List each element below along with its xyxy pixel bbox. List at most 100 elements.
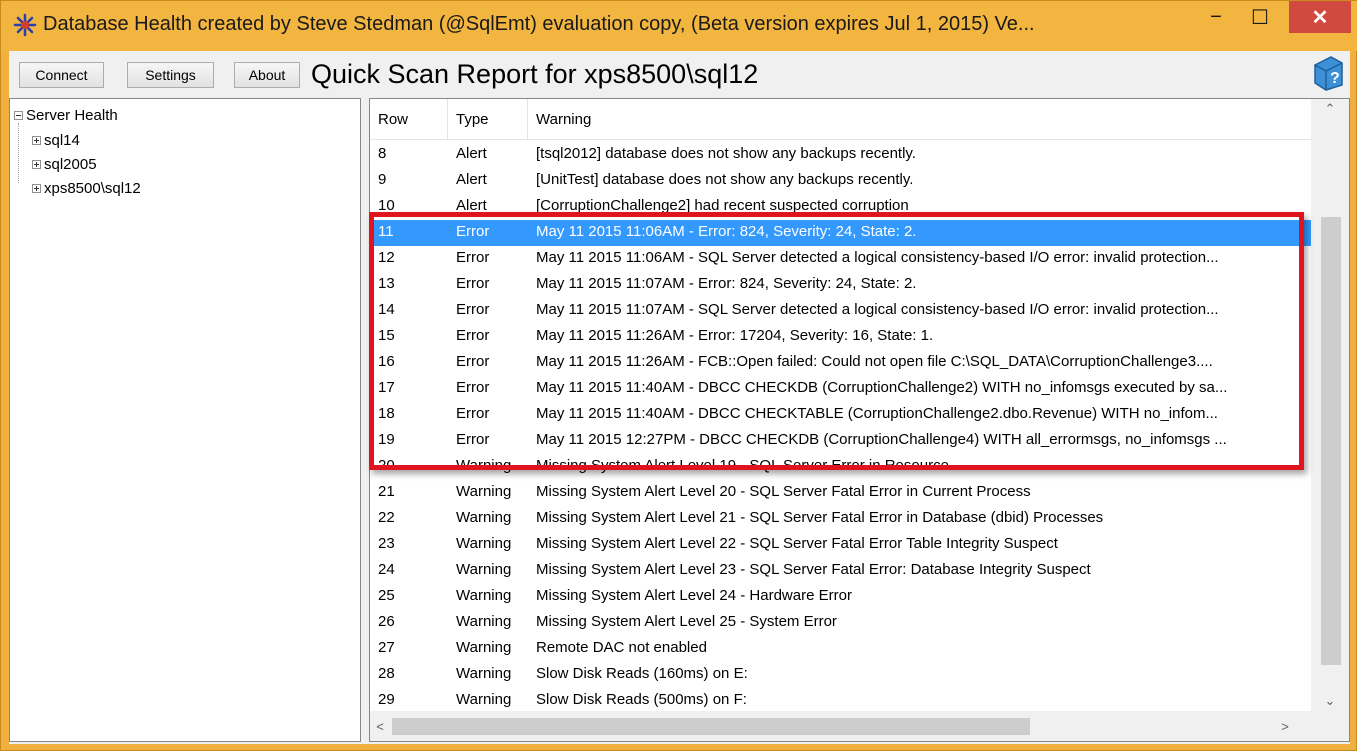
column-header-type[interactable]: Type bbox=[448, 99, 528, 139]
cell-row-number: 15 bbox=[378, 327, 395, 344]
app-logo-icon[interactable] bbox=[13, 13, 37, 37]
cell-type: Error bbox=[456, 327, 490, 344]
cell-row-number: 18 bbox=[378, 405, 395, 422]
cell-type: Warning bbox=[456, 587, 512, 604]
table-row[interactable]: 21 Warning Missing System Alert Level 20 -… bbox=[370, 480, 1311, 506]
tree-root-server-health[interactable]: Server Health bbox=[14, 105, 118, 125]
vertical-scroll-thumb[interactable] bbox=[1321, 217, 1341, 665]
help-book-icon[interactable]: ? bbox=[1311, 55, 1345, 91]
table-row[interactable]: 16 Error May 11 2015 11:26AM - FCB::Open f… bbox=[370, 350, 1311, 376]
table-row[interactable]: 24 Warning Missing System Alert Level 23 -… bbox=[370, 558, 1311, 584]
scroll-down-icon[interactable]: ⌄ bbox=[1311, 691, 1349, 711]
cell-type: Warning bbox=[456, 691, 512, 708]
scroll-left-icon[interactable]: < bbox=[370, 716, 390, 736]
panel-splitter[interactable] bbox=[361, 98, 369, 742]
cell-type: Warning bbox=[456, 613, 512, 630]
scrollbar-corner: > bbox=[1281, 711, 1349, 741]
expand-icon[interactable] bbox=[32, 135, 41, 145]
cell-row-number: 23 bbox=[378, 535, 395, 552]
table-row[interactable]: 15 Error May 11 2015 11:26AM - Error: 1720… bbox=[370, 324, 1311, 350]
cell-warning: May 11 2015 11:26AM - FCB::Open failed: … bbox=[536, 353, 1213, 370]
cell-row-number: 16 bbox=[378, 353, 395, 370]
table-row[interactable]: 27 Warning Remote DAC not enabled bbox=[370, 636, 1311, 662]
horizontal-scroll-thumb[interactable] bbox=[392, 718, 1030, 735]
table-row[interactable]: 13 Error May 11 2015 11:07AM - Error: 824,… bbox=[370, 272, 1311, 298]
scroll-up-icon[interactable]: ⌃ bbox=[1311, 99, 1349, 119]
cell-warning: Missing System Alert Level 22 - SQL Serv… bbox=[536, 535, 1058, 552]
table-row[interactable]: 18 Error May 11 2015 11:40AM - DBCC CHECKT… bbox=[370, 402, 1311, 428]
cell-row-number: 19 bbox=[378, 431, 395, 448]
cell-warning: Missing System Alert Level 23 - SQL Serv… bbox=[536, 561, 1091, 578]
table-row[interactable]: 25 Warning Missing System Alert Level 24 -… bbox=[370, 584, 1311, 610]
cell-type: Warning bbox=[456, 639, 512, 656]
cell-type: Warning bbox=[456, 509, 512, 526]
cell-warning: [CorruptionChallenge2] had recent suspec… bbox=[536, 197, 909, 214]
minimize-button[interactable]: − bbox=[1201, 1, 1231, 33]
horizontal-scrollbar[interactable]: < > bbox=[370, 711, 1311, 741]
tree-node-label: sql2005 bbox=[44, 155, 97, 173]
cell-row-number: 20 bbox=[378, 457, 395, 474]
cell-warning: Missing System Alert Level 21 - SQL Serv… bbox=[536, 509, 1104, 526]
vertical-scrollbar[interactable]: ⌃ ⌄ bbox=[1311, 99, 1349, 711]
cell-type: Warning bbox=[456, 535, 512, 552]
client-area: Connect Settings About Quick Scan Report… bbox=[9, 51, 1350, 744]
tree-node-xps8500-sql12[interactable]: xps8500\sql12 bbox=[32, 178, 141, 198]
tree-node-sql14[interactable]: sql14 bbox=[32, 130, 80, 150]
table-row[interactable]: 22 Warning Missing System Alert Level 21 -… bbox=[370, 506, 1311, 532]
app-window: Database Health created by Steve Stedman… bbox=[0, 0, 1357, 751]
table-row[interactable]: 26 Warning Missing System Alert Level 25 -… bbox=[370, 610, 1311, 636]
collapse-icon[interactable] bbox=[14, 110, 23, 120]
cell-warning: May 11 2015 11:06AM - Error: 824, Severi… bbox=[536, 223, 917, 240]
table-row[interactable]: 14 Error May 11 2015 11:07AM - SQL Server … bbox=[370, 298, 1311, 324]
cell-row-number: 21 bbox=[378, 483, 395, 500]
server-tree[interactable]: Server Health sql14 sql2005 xps8500\sql1… bbox=[9, 98, 361, 742]
column-header-warning[interactable]: Warning bbox=[528, 99, 1311, 139]
scroll-right-icon[interactable]: > bbox=[1275, 716, 1295, 736]
cell-warning: [UnitTest] database does not show any ba… bbox=[536, 171, 914, 188]
cell-row-number: 10 bbox=[378, 197, 395, 214]
table-row[interactable]: 29 Warning Slow Disk Reads (500ms) on F: bbox=[370, 688, 1311, 711]
window-title: Database Health created by Steve Stedman… bbox=[43, 13, 1035, 35]
cell-warning: May 11 2015 11:26AM - Error: 17204, Seve… bbox=[536, 327, 934, 344]
cell-warning: Slow Disk Reads (160ms) on E: bbox=[536, 665, 748, 682]
cell-warning: Slow Disk Reads (500ms) on F: bbox=[536, 691, 747, 708]
cell-type: Alert bbox=[456, 197, 487, 214]
title-bar[interactable]: Database Health created by Steve Stedman… bbox=[1, 1, 1357, 51]
table-row[interactable]: 9 Alert [UnitTest] database does not show … bbox=[370, 168, 1311, 194]
column-header-row[interactable]: Row bbox=[370, 99, 448, 139]
maximize-button[interactable]: ☐ bbox=[1245, 1, 1275, 33]
table-row[interactable]: 11 Error May 11 2015 11:06AM - Error: 824,… bbox=[370, 220, 1311, 246]
table-row[interactable]: 10 Alert [CorruptionChallenge2] had recent… bbox=[370, 194, 1311, 220]
warnings-list[interactable]: Row Type Warning 8 Alert [tsql2012] databa… bbox=[369, 98, 1350, 742]
cell-row-number: 13 bbox=[378, 275, 395, 292]
table-row[interactable]: 19 Error May 11 2015 12:27PM - DBCC CHECKD… bbox=[370, 428, 1311, 454]
close-button[interactable]: ✕ bbox=[1289, 1, 1351, 33]
table-row[interactable]: 28 Warning Slow Disk Reads (160ms) on E: bbox=[370, 662, 1311, 688]
cell-warning: May 11 2015 12:27PM - DBCC CHECKDB (Corr… bbox=[536, 431, 1227, 448]
expand-icon[interactable] bbox=[32, 159, 41, 169]
settings-button[interactable]: Settings bbox=[127, 62, 214, 88]
cell-warning: May 11 2015 11:06AM - SQL Server detecte… bbox=[536, 249, 1219, 266]
table-row[interactable]: 12 Error May 11 2015 11:06AM - SQL Server … bbox=[370, 246, 1311, 272]
table-row[interactable]: 23 Warning Missing System Alert Level 22 -… bbox=[370, 532, 1311, 558]
tree-node-sql2005[interactable]: sql2005 bbox=[32, 154, 97, 174]
tree-node-label: xps8500\sql12 bbox=[44, 179, 141, 197]
connect-button[interactable]: Connect bbox=[19, 62, 104, 88]
expand-icon[interactable] bbox=[32, 183, 41, 193]
report-title: Quick Scan Report for xps8500\sql12 bbox=[311, 59, 759, 89]
about-button[interactable]: About bbox=[234, 62, 300, 88]
table-row[interactable]: 17 Error May 11 2015 11:40AM - DBCC CHECKD… bbox=[370, 376, 1311, 402]
cell-type: Error bbox=[456, 353, 490, 370]
cell-type: Warning bbox=[456, 665, 512, 682]
list-rows: 8 Alert [tsql2012] database does not show … bbox=[370, 139, 1311, 711]
cell-row-number: 25 bbox=[378, 587, 395, 604]
cell-row-number: 28 bbox=[378, 665, 395, 682]
cell-type: Error bbox=[456, 405, 490, 422]
table-row[interactable]: 20 Warning Missing System Alert Level 19 -… bbox=[370, 454, 1311, 480]
cell-type: Alert bbox=[456, 171, 487, 188]
cell-row-number: 8 bbox=[378, 145, 387, 162]
table-row[interactable]: 8 Alert [tsql2012] database does not show … bbox=[370, 142, 1311, 168]
cell-warning: Remote DAC not enabled bbox=[536, 639, 707, 656]
cell-type: Error bbox=[456, 275, 490, 292]
tree-node-label: Server Health bbox=[26, 106, 118, 124]
